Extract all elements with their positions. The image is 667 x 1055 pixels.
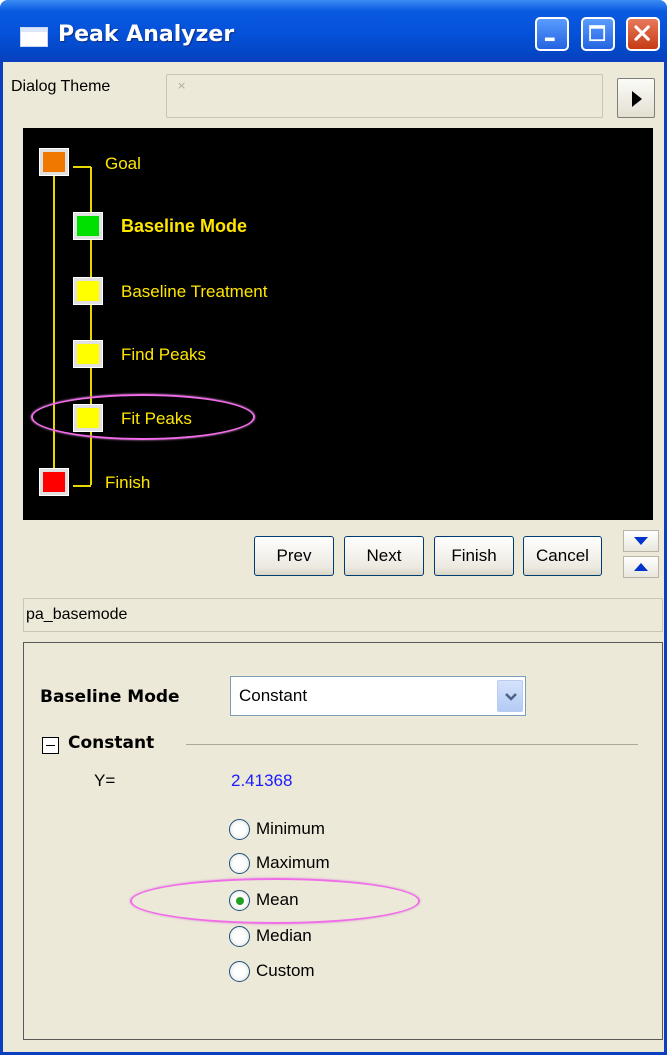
maximize-button[interactable] — [581, 17, 615, 51]
dialog-theme-value: × — [177, 79, 187, 92]
finish-button[interactable]: Finish — [434, 536, 514, 576]
y-label: Y= — [94, 771, 116, 790]
tree-label-goal[interactable]: Goal — [105, 154, 141, 174]
find-peaks-status-swatch — [77, 344, 99, 364]
triangle-right-icon — [632, 91, 642, 107]
radio-minimum-label: Minimum — [256, 819, 325, 838]
tree-connector-finish — [73, 485, 91, 487]
cancel-button[interactable]: Cancel — [523, 536, 602, 576]
constant-group-title: Constant — [68, 733, 155, 753]
tree-node-baseline-treatment[interactable] — [73, 277, 103, 305]
wizard-map-panel: Goal Baseline Mode Baseline Treatment Fi… — [23, 128, 653, 520]
tree-connector-goal — [73, 166, 91, 168]
dialog-theme-combo[interactable]: × — [166, 74, 603, 118]
tree-node-finish[interactable] — [39, 468, 69, 496]
page-name-field: pa_basemode — [23, 598, 663, 632]
settings-panel: Baseline Mode Constant Constant Y= 2.413… — [23, 642, 663, 1040]
baseline-mode-select[interactable]: Constant — [230, 676, 526, 716]
radio-maximum-label: Maximum — [256, 853, 330, 872]
minimize-icon — [544, 37, 555, 42]
tree-label-baseline-mode[interactable]: Baseline Mode — [121, 216, 247, 237]
tree-label-baseline-treatment[interactable]: Baseline Treatment — [121, 282, 267, 302]
prev-button[interactable]: Prev — [254, 536, 334, 576]
chevron-down-icon — [505, 693, 517, 701]
window-title: Peak Analyzer — [58, 22, 235, 47]
window-icon — [20, 27, 48, 47]
fit-peaks-highlight-ellipse — [31, 394, 255, 440]
minimize-button[interactable] — [535, 17, 569, 51]
radio-custom-control[interactable] — [229, 961, 250, 982]
title-bar[interactable]: Peak Analyzer — [0, 0, 667, 62]
radio-minimum-control[interactable] — [229, 819, 250, 840]
radio-median-control[interactable] — [229, 926, 250, 947]
group-divider — [186, 744, 638, 745]
finish-status-swatch — [43, 472, 65, 492]
baseline-mode-status-swatch — [77, 216, 99, 236]
y-value: 2.41368 — [231, 771, 293, 790]
baseline-mode-value: Constant — [239, 686, 308, 705]
peak-analyzer-window: Peak Analyzer Dialog Theme × Goal Baseli… — [0, 0, 667, 1055]
radio-custom-label: Custom — [256, 961, 315, 980]
dialog-theme-label: Dialog Theme — [11, 78, 111, 95]
radio-median-label: Median — [256, 926, 312, 945]
collapse-constant-toggle[interactable] — [42, 737, 59, 754]
baseline-mode-dropdown-button[interactable] — [497, 680, 523, 712]
scroll-up-button[interactable] — [623, 556, 659, 578]
close-button[interactable] — [626, 17, 660, 51]
next-button[interactable]: Next — [344, 536, 424, 576]
tree-node-find-peaks[interactable] — [73, 340, 103, 368]
radio-maximum-control[interactable] — [229, 853, 250, 874]
tree-label-finish[interactable]: Finish — [105, 473, 150, 493]
arrow-down-icon — [634, 537, 648, 545]
dialog-theme-menu-button[interactable] — [617, 78, 655, 118]
tree-label-find-peaks[interactable]: Find Peaks — [121, 345, 206, 365]
baseline-treatment-status-swatch — [77, 281, 99, 301]
scroll-down-button[interactable] — [623, 530, 659, 552]
arrow-up-icon — [634, 563, 648, 571]
baseline-mode-label: Baseline Mode — [40, 687, 180, 707]
goal-status-swatch — [43, 152, 65, 172]
tree-node-baseline-mode[interactable] — [73, 212, 103, 240]
mean-highlight-ellipse — [130, 878, 420, 924]
maximize-icon — [589, 25, 606, 42]
close-icon — [634, 25, 650, 41]
tree-node-goal[interactable] — [39, 148, 69, 176]
